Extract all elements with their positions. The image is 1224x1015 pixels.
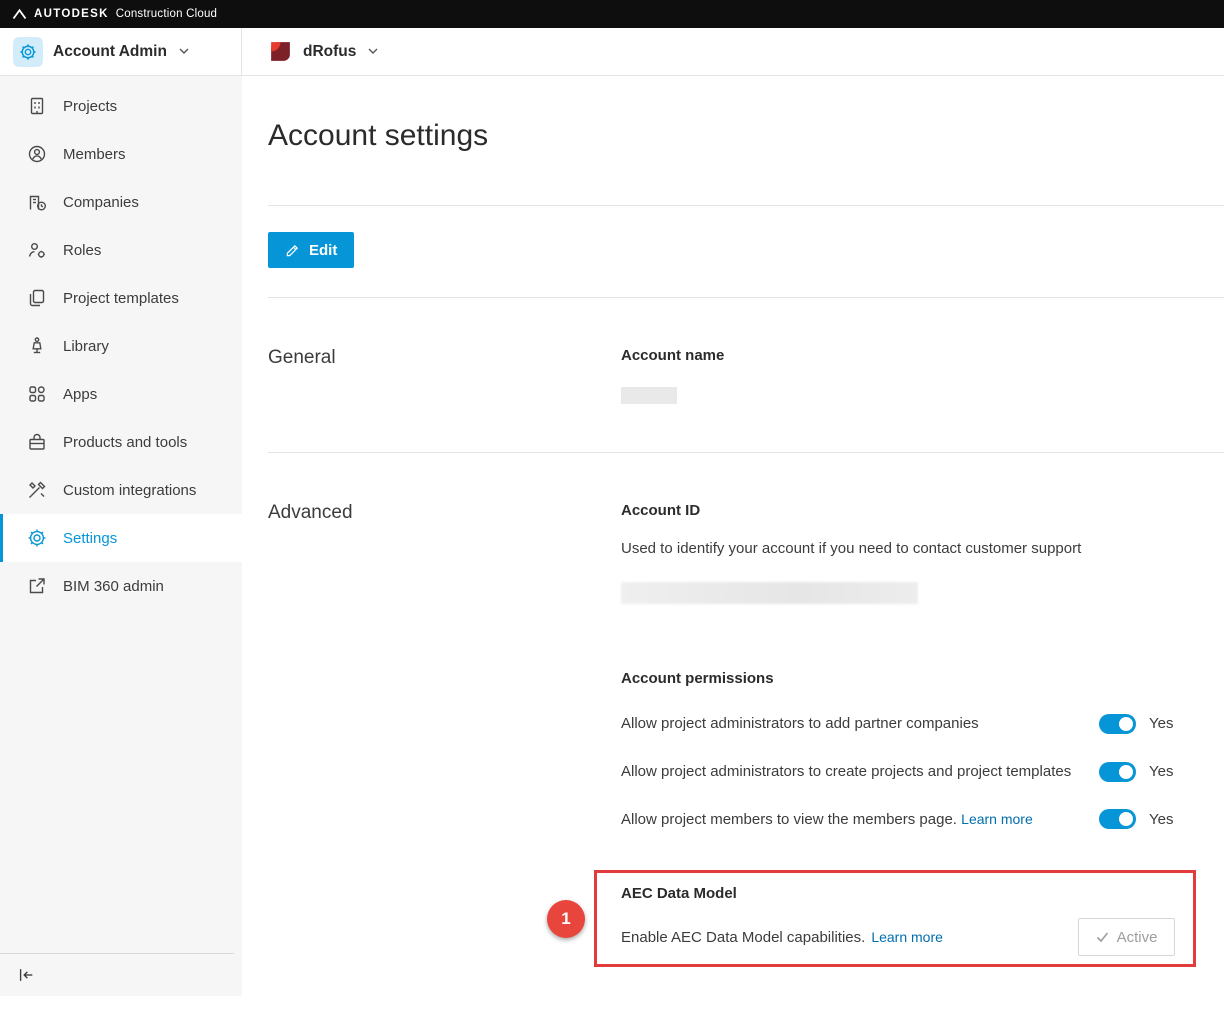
toggle-knob	[1119, 765, 1133, 779]
account-id-help: Used to identify your account if you nee…	[621, 540, 1224, 558]
sidebar-item-projects[interactable]: Projects	[0, 82, 242, 130]
sidebar-item-settings[interactable]: Settings	[0, 514, 242, 562]
sidebar-item-library[interactable]: Library	[0, 322, 242, 370]
sidebar-item-label: Companies	[63, 194, 139, 211]
general-section: General Account name	[268, 298, 1224, 452]
annotation-badge-1: 1	[547, 900, 585, 938]
check-icon	[1096, 932, 1109, 943]
members-icon	[27, 144, 47, 164]
products-and-tools-icon	[27, 432, 47, 452]
sidebar: Projects Members Companies Roles	[0, 76, 242, 996]
roles-icon	[27, 240, 47, 260]
chevron-down-icon	[179, 48, 189, 55]
edit-button-label: Edit	[309, 242, 337, 259]
permission-label: Allow project administrators to create p…	[621, 761, 1099, 783]
account-admin-switcher[interactable]: Account Admin	[0, 28, 242, 75]
chevron-down-icon	[368, 48, 378, 55]
sidebar-footer	[0, 953, 242, 996]
permission-label: Allow project members to view the member…	[621, 811, 957, 828]
account-name: dRofus	[303, 43, 356, 61]
autodesk-topbar: AUTODESK Construction Cloud	[0, 0, 1224, 28]
permission-row-partner-companies: Allow project administrators to add part…	[621, 713, 1224, 735]
pencil-icon	[285, 243, 300, 258]
drofus-logo	[268, 39, 293, 64]
advanced-heading: Advanced	[268, 502, 621, 967]
apps-icon	[27, 384, 47, 404]
projects-icon	[27, 96, 47, 116]
sidebar-item-label: Products and tools	[63, 434, 187, 451]
toggle-knob	[1119, 717, 1133, 731]
account-name-redacted-value	[621, 387, 677, 404]
advanced-section: Advanced Account ID Used to identify you…	[268, 453, 1224, 1015]
general-heading: General	[268, 347, 621, 404]
brand-autodesk: AUTODESK	[34, 8, 109, 20]
account-permissions-title: Account permissions	[621, 670, 1224, 687]
autodesk-logo-icon	[12, 8, 27, 20]
brand-product: Construction Cloud	[116, 8, 217, 20]
external-link-icon	[27, 576, 47, 596]
permission-row-create-projects: Allow project administrators to create p…	[621, 761, 1224, 783]
collapse-sidebar-button[interactable]	[0, 954, 50, 996]
toggle-state-label: Yes	[1149, 811, 1173, 828]
sidebar-item-label: Project templates	[63, 290, 179, 307]
aec-highlight-box: AEC Data Model Enable AEC Data Model cap…	[594, 870, 1196, 967]
settings-icon	[27, 528, 47, 548]
sidebar-item-label: Library	[63, 338, 109, 355]
aec-data-model-section: 1 AEC Data Model Enable AEC Data Model c…	[621, 870, 1224, 967]
library-icon	[27, 336, 47, 356]
sidebar-item-roles[interactable]: Roles	[0, 226, 242, 274]
sidebar-item-bim360-admin[interactable]: BIM 360 admin	[0, 562, 242, 610]
sidebar-item-label: Projects	[63, 98, 117, 115]
page-title: Account settings	[268, 118, 1224, 154]
sidebar-item-products-and-tools[interactable]: Products and tools	[0, 418, 242, 466]
toggle-create-projects[interactable]	[1099, 762, 1136, 782]
aec-data-model-title: AEC Data Model	[621, 885, 1175, 902]
toggle-view-members-page[interactable]	[1099, 809, 1136, 829]
project-templates-icon	[27, 288, 47, 308]
custom-integrations-icon	[27, 480, 47, 500]
sidebar-item-members[interactable]: Members	[0, 130, 242, 178]
aec-learn-more-link[interactable]: Learn more	[871, 929, 943, 945]
companies-icon	[27, 192, 47, 212]
aec-description: Enable AEC Data Model capabilities.	[621, 929, 865, 946]
sidebar-item-apps[interactable]: Apps	[0, 370, 242, 418]
sidebar-item-companies[interactable]: Companies	[0, 178, 242, 226]
learn-more-link[interactable]: Learn more	[961, 811, 1033, 827]
aec-active-button-label: Active	[1117, 929, 1158, 946]
account-admin-gear-icon	[13, 37, 43, 67]
toggle-add-partner-companies[interactable]	[1099, 714, 1136, 734]
sidebar-item-label: Apps	[63, 386, 97, 403]
permission-row-view-members: Allow project members to view the member…	[621, 809, 1224, 831]
aec-active-button[interactable]: Active	[1078, 918, 1175, 956]
main-content: Account settings Edit General Account na…	[242, 76, 1224, 996]
sidebar-item-label: Settings	[63, 530, 117, 547]
divider	[268, 205, 1224, 206]
nav-title: Account Admin	[53, 43, 167, 61]
account-switcher[interactable]: dRofus	[242, 28, 378, 75]
sidebar-item-label: Members	[63, 146, 126, 163]
sidebar-item-label: BIM 360 admin	[63, 578, 164, 595]
account-id-label: Account ID	[621, 502, 1224, 520]
sidebar-item-custom-integrations[interactable]: Custom integrations	[0, 466, 242, 514]
sidebar-item-label: Custom integrations	[63, 482, 196, 499]
app-header: Account Admin dRofus	[0, 28, 1224, 76]
permission-label: Allow project administrators to add part…	[621, 713, 1099, 735]
account-id-redacted-value	[621, 582, 918, 604]
edit-button[interactable]: Edit	[268, 232, 354, 268]
toggle-knob	[1119, 812, 1133, 826]
sidebar-item-project-templates[interactable]: Project templates	[0, 274, 242, 322]
sidebar-item-label: Roles	[63, 242, 101, 259]
toggle-state-label: Yes	[1149, 763, 1173, 780]
account-name-label: Account name	[621, 347, 1224, 365]
toggle-state-label: Yes	[1149, 715, 1173, 732]
